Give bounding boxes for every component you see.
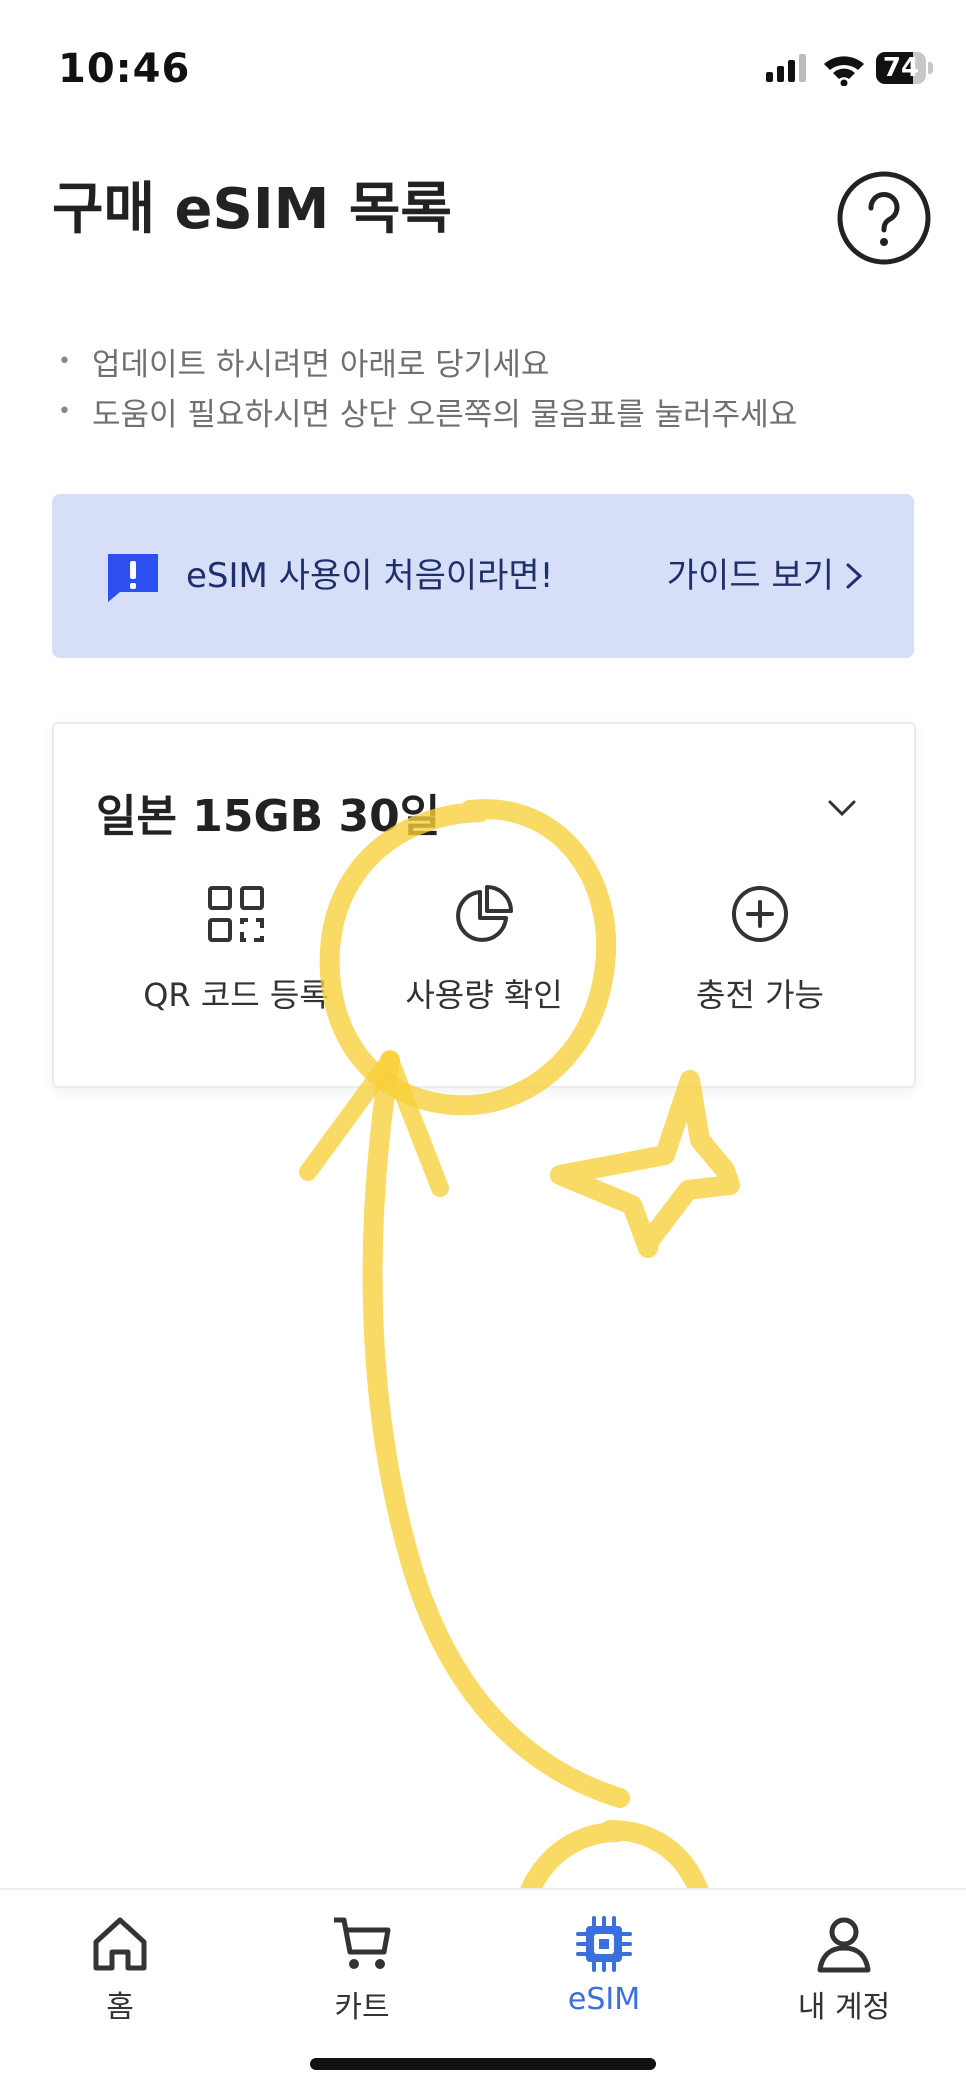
guide-banner-text: eSIM 사용이 처음이라면! xyxy=(186,556,554,596)
guide-link[interactable]: 가이드 보기 xyxy=(667,552,866,600)
tip-item: • 업데이트 하시려면 아래로 당기세요 xyxy=(58,336,918,386)
chip-icon xyxy=(576,1916,632,1972)
tab-label: 카트 xyxy=(334,1990,390,2025)
home-indicator xyxy=(310,2058,656,2070)
highlight-star xyxy=(550,1070,740,1258)
action-label: 충전 가능 xyxy=(696,976,824,1014)
usage-check-button[interactable]: 사용량 확인 xyxy=(344,884,624,1016)
wifi-icon xyxy=(824,56,864,86)
action-label: 사용량 확인 xyxy=(405,976,563,1014)
guide-link-label: 가이드 보기 xyxy=(666,556,834,596)
qr-scan-icon xyxy=(208,886,264,942)
battery-indicator: 74 xyxy=(876,52,934,86)
status-time: 10:46 xyxy=(58,46,191,92)
tab-cart[interactable]: 카트 xyxy=(262,1912,462,2026)
recharge-button[interactable]: 충전 가능 xyxy=(620,884,900,1016)
tab-label: 내 계정 xyxy=(797,1990,891,2025)
tab-esim[interactable]: eSIM xyxy=(504,1912,704,2017)
tips-list: • 업데이트 하시려면 아래로 당기세요 • 도움이 필요하시면 상단 오른쪽의 물… xyxy=(58,336,918,436)
qr-register-button[interactable]: QR 코드 등록 xyxy=(96,884,376,1016)
page-title: 구매 eSIM 목록 xyxy=(52,177,452,242)
question-circle-icon[interactable] xyxy=(836,170,932,266)
status-bar: 10:46 74 xyxy=(0,0,966,140)
chevron-down-icon[interactable] xyxy=(822,788,862,828)
home-icon xyxy=(93,1917,147,1971)
tab-label: 홈 xyxy=(106,1990,134,2025)
tip-text: 업데이트 하시려면 아래로 당기세요 xyxy=(92,346,550,383)
tip-text: 도움이 필요하시면 상단 오른쪽의 물음표를 눌러주세요 xyxy=(92,396,798,433)
highlight-arrow xyxy=(362,1050,630,1808)
action-label: QR 코드 등록 xyxy=(143,976,329,1014)
bullet-dot: • xyxy=(58,348,71,374)
alert-message-icon xyxy=(108,554,158,602)
pie-chart-icon xyxy=(456,885,513,942)
guide-banner[interactable]: eSIM 사용이 처음이라면! 가이드 보기 xyxy=(52,494,914,658)
tab-label: eSIM xyxy=(567,1982,641,2017)
cart-icon xyxy=(334,1917,391,1969)
esim-card: 일본 15GB 30일 QR 코드 등록 사용량 확인 충전 가능 xyxy=(52,722,916,1088)
person-icon xyxy=(817,1917,871,1973)
battery-percent: 74 xyxy=(882,53,920,83)
tab-my-account[interactable]: 내 계정 xyxy=(744,1912,944,2026)
chevron-right-icon xyxy=(846,563,863,589)
tab-home[interactable]: 홈 xyxy=(20,1912,220,2026)
esim-plan-title: 일본 15GB 30일 xyxy=(96,791,441,842)
tip-item: • 도움이 필요하시면 상단 오른쪽의 물음표를 눌러주세요 xyxy=(58,386,918,436)
plus-circle-icon xyxy=(732,886,788,942)
bullet-dot: • xyxy=(58,398,71,424)
cellular-signal-icon xyxy=(766,54,806,82)
